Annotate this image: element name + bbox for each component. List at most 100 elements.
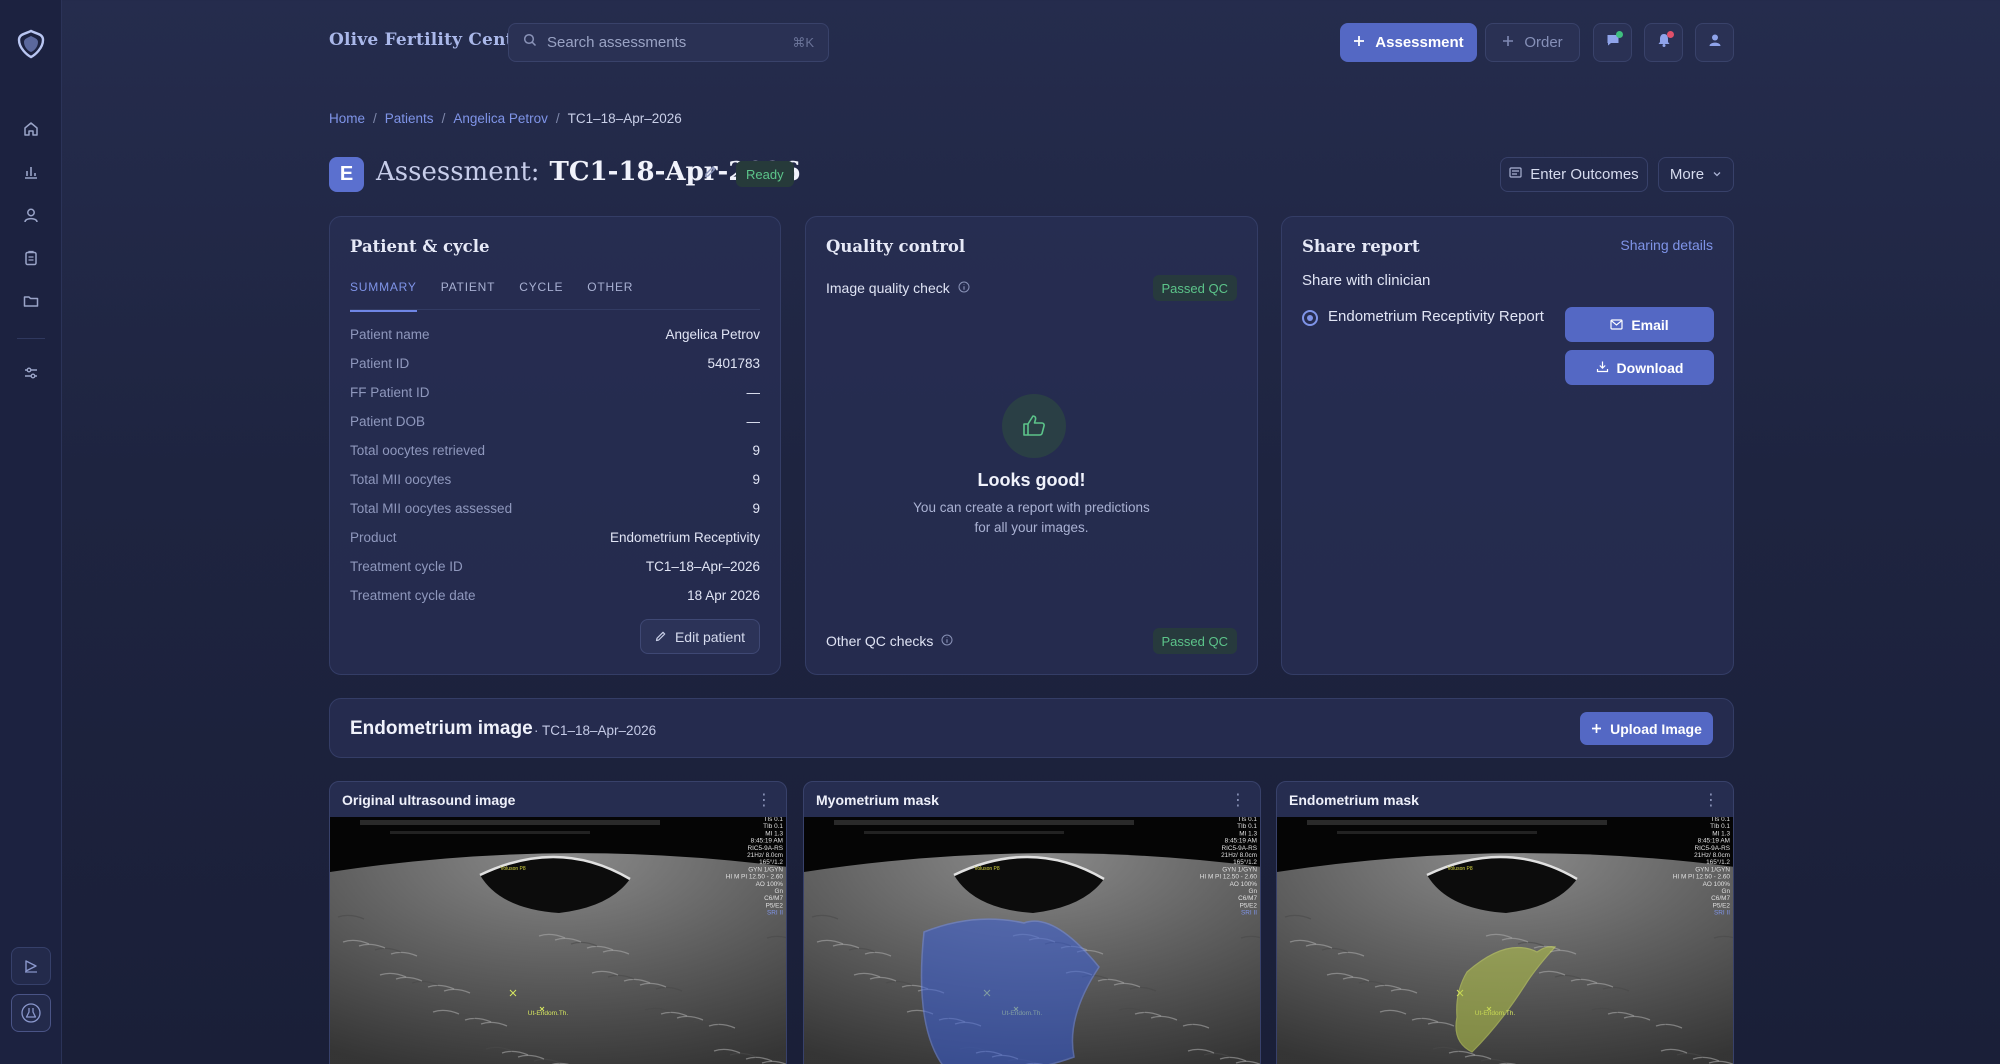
report-radio[interactable] <box>1302 310 1318 326</box>
enter-outcomes-button[interactable]: Enter Outcomes <box>1500 157 1648 192</box>
assessment-avatar: E <box>329 157 364 192</box>
more-label: More <box>1669 166 1705 183</box>
flask-icon[interactable] <box>11 994 51 1032</box>
other-qc-text: Other QC checks <box>826 633 934 649</box>
email-button-label: Email <box>1631 316 1669 333</box>
overlay-text: RIC5-9A-RS <box>747 845 783 852</box>
order-button[interactable]: Order <box>1485 23 1580 62</box>
row-value: — <box>746 414 761 429</box>
overlay-text: 165°/1.2 <box>1706 858 1730 866</box>
row-value: — <box>746 385 761 400</box>
edit-patient-button[interactable]: Edit patient <box>640 619 760 654</box>
image-quality-label: Image quality check <box>826 280 970 296</box>
row-total-oocytes: Total oocytes retrieved 9 <box>350 443 760 458</box>
plus-icon <box>1353 34 1365 51</box>
row-value: 9 <box>752 443 760 458</box>
chart-icon[interactable] <box>19 160 43 184</box>
report-option-label[interactable]: Endometrium Receptivity Report <box>1328 308 1544 325</box>
row-value: TC1–18–Apr–2026 <box>645 559 760 574</box>
download-button[interactable]: Download <box>1565 350 1714 385</box>
assessment-button-label: Assessment <box>1375 34 1464 51</box>
patient-tabs: SUMMARY PATIENT CYCLE OTHER <box>350 280 633 312</box>
share-with-clinician: Share with clinician <box>1302 272 1431 289</box>
row-value: Endometrium Receptivity <box>609 530 760 545</box>
qc-card-title: Quality control <box>826 237 966 256</box>
breadcrumb-patients[interactable]: Patients <box>385 111 434 126</box>
endometrium-mask-card[interactable]: Endometrium mask ⋮ TIs 0.1 TIb 0.1 MI 1.3 8… <box>1276 781 1734 1064</box>
upload-image-button[interactable]: Upload Image <box>1580 712 1713 745</box>
row-label: Patient ID <box>350 356 410 371</box>
overlay-text: 8:45:19 AM <box>751 838 783 845</box>
clipboard-icon[interactable] <box>19 246 43 270</box>
logo-icon[interactable] <box>15 28 47 60</box>
annotation-label: Ut-Endom.Th. <box>528 1010 569 1017</box>
pencil-icon <box>655 629 667 645</box>
search-placeholder: Search assessments <box>547 34 687 51</box>
original-image-card[interactable]: Original ultrasound image ⋮ TIs 0.1 TIb 0… <box>329 781 787 1064</box>
more-vertical-icon[interactable]: ⋮ <box>756 790 772 810</box>
row-value: 5401783 <box>707 356 760 371</box>
sliders-icon[interactable] <box>19 361 43 385</box>
overlay-text: 21Hz/ 8.0cm <box>1221 852 1257 859</box>
overlay-text: C6/M7 <box>1711 895 1730 902</box>
ultrasound-picture: TIs 0.1TIb 0.1MI 1.38:45:19 AMRIC5-9A-RS… <box>330 817 786 1064</box>
overlay-text: RIC5-9A-RS <box>1694 845 1730 852</box>
image-card-title: Original ultrasound image <box>342 792 516 808</box>
plus-icon <box>1502 34 1514 51</box>
row-value: 9 <box>752 472 760 487</box>
more-menu-button[interactable]: More <box>1658 157 1734 192</box>
info-icon[interactable] <box>958 280 970 296</box>
breadcrumb-home[interactable]: Home <box>329 111 365 126</box>
quality-control-card: Quality control Image quality check Pass… <box>805 216 1258 675</box>
profile-button[interactable] <box>1695 23 1734 62</box>
pencil-icon[interactable] <box>703 164 718 184</box>
notifications-button[interactable] <box>1644 23 1683 62</box>
overlay-text: TIs 0.1 <box>1237 817 1257 823</box>
more-vertical-icon[interactable]: ⋮ <box>1703 790 1719 810</box>
sharing-details-link[interactable]: Sharing details <box>1620 237 1713 253</box>
collapse-icon[interactable] <box>11 947 51 985</box>
tab-other[interactable]: OTHER <box>587 280 633 294</box>
chat-button[interactable] <box>1593 23 1632 62</box>
row-value: Angelica Petrov <box>665 327 760 342</box>
tabs-divider <box>350 309 760 310</box>
home-icon[interactable] <box>19 117 43 141</box>
share-card-title: Share report <box>1302 237 1420 256</box>
probe-label: Voluson P8 <box>974 866 1000 872</box>
image-quality-status: Passed QC <box>1152 275 1237 301</box>
sidebar <box>0 0 62 1064</box>
edit-patient-label: Edit patient <box>674 628 746 645</box>
brand-name[interactable]: Olive Fertility Centre <box>329 30 534 50</box>
overlay-text: TIb 0.1 <box>1710 823 1730 830</box>
looks-good-text: You can create a report with predictions… <box>913 500 1150 535</box>
row-value: 18 Apr 2026 <box>687 588 760 603</box>
overlay-text: C6/M7 <box>1238 895 1257 902</box>
other-qc-status: Passed QC <box>1152 628 1237 654</box>
other-qc-row: Other QC checks Passed QC <box>826 628 1237 654</box>
overlay-text: P5/E2 <box>1240 902 1258 909</box>
breadcrumb: Home / Patients / Angelica Petrov / TC1–… <box>329 111 682 126</box>
search-input[interactable]: Search assessments ⌘K <box>508 23 829 62</box>
user-icon[interactable] <box>19 203 43 227</box>
tab-summary[interactable]: SUMMARY <box>350 280 417 312</box>
breadcrumb-patient[interactable]: Angelica Petrov <box>453 111 548 126</box>
tab-patient[interactable]: PATIENT <box>441 280 496 294</box>
myometrium-mask-card[interactable]: Myometrium mask ⋮ TIs 0.1 TIb 0.1 MI 1.3 8:… <box>803 781 1261 1064</box>
more-vertical-icon[interactable]: ⋮ <box>1230 790 1246 810</box>
overlay-text: HI M PI 12.50 - 2.60 <box>726 874 784 881</box>
overlay-text: SRI II <box>1241 910 1257 917</box>
tab-cycle[interactable]: CYCLE <box>519 280 563 294</box>
email-button[interactable]: Email <box>1565 307 1714 342</box>
looks-good-heading: Looks good! <box>977 470 1086 490</box>
overlay-text: AO 100% <box>1230 881 1258 888</box>
new-assessment-button[interactable]: Assessment <box>1340 23 1477 62</box>
breadcrumb-separator: / <box>441 111 446 126</box>
overlay-text: TIb 0.1 <box>1237 823 1257 830</box>
row-label: Total MII oocytes assessed <box>350 501 513 516</box>
overlay-text: Gn <box>1248 888 1257 895</box>
profile-icon <box>1707 32 1723 53</box>
info-icon[interactable] <box>941 633 953 649</box>
overlay-text: 8:45:19 AM <box>1698 838 1730 845</box>
ultrasound-picture: TIs 0.1TIb 0.1MI 1.38:45:19 AMRIC5-9A-RS… <box>804 817 1260 1064</box>
folder-icon[interactable] <box>19 289 43 313</box>
